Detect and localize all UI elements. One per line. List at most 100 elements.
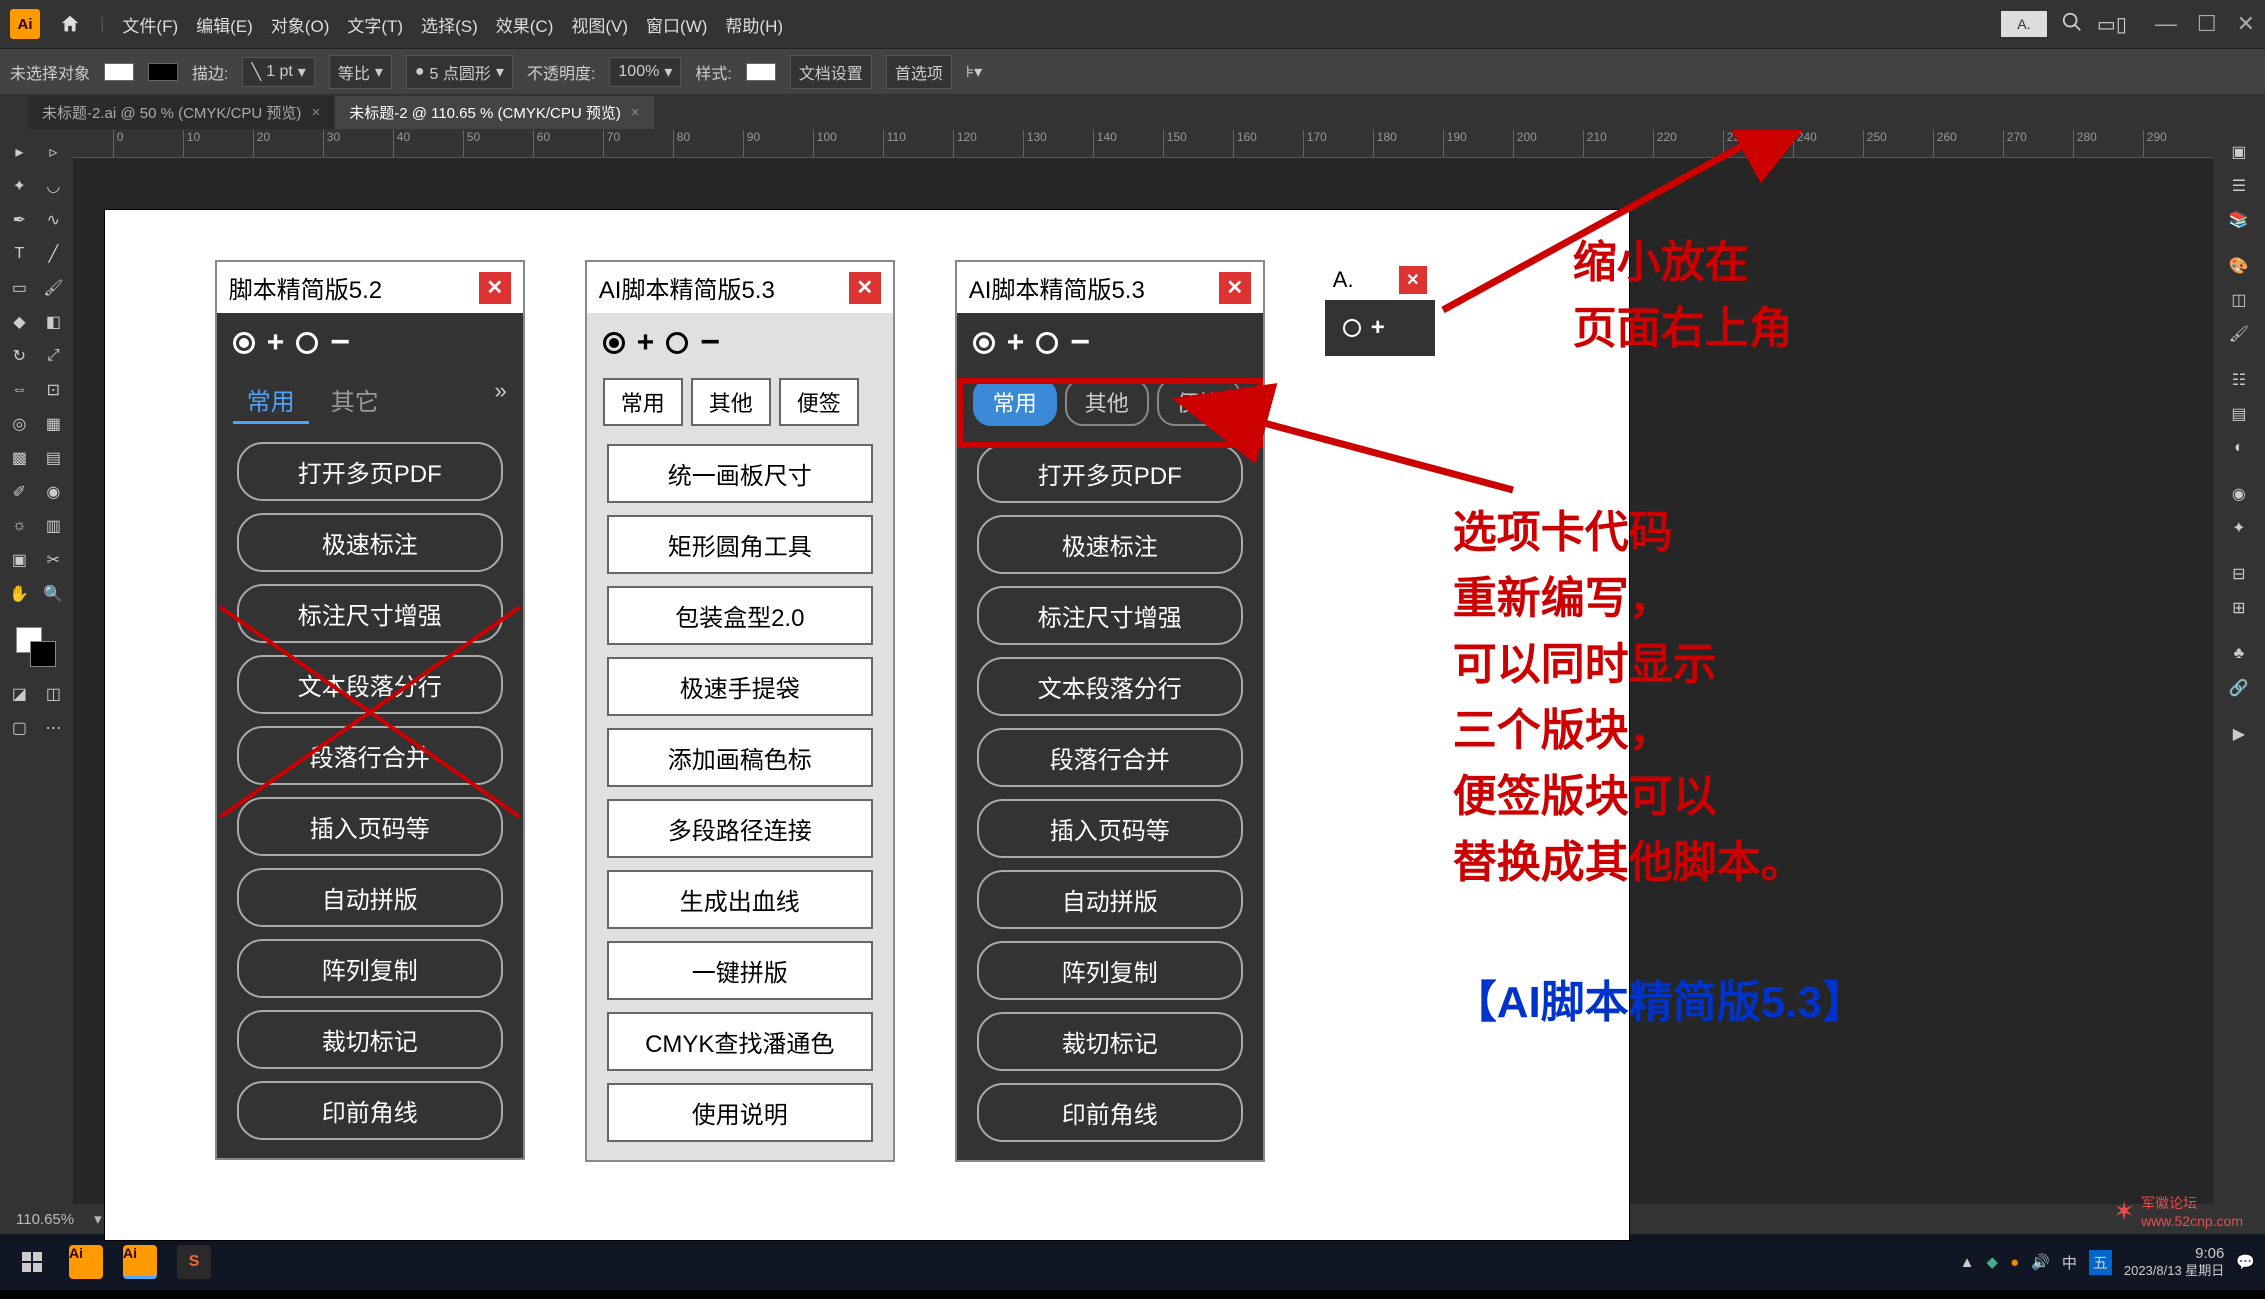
transparency-panel-icon[interactable]: ◐ xyxy=(2224,433,2254,463)
taskbar-ai-2[interactable]: Ai xyxy=(118,1240,162,1284)
menu-type[interactable]: 文字(T) xyxy=(347,12,403,37)
brush-tool[interactable]: 🖌 xyxy=(38,273,68,303)
fill-stroke-swap[interactable] xyxy=(16,627,56,667)
taskbar-app-3[interactable]: S xyxy=(172,1240,216,1284)
tray-volume-icon[interactable]: 🔊 xyxy=(2031,1253,2050,1271)
brushes-panel-icon[interactable]: 🖌 xyxy=(2224,319,2254,349)
minimize-icon[interactable]: — xyxy=(2155,11,2177,37)
tray-icon[interactable]: ● xyxy=(2010,1254,2019,1271)
line-tool[interactable]: ╱ xyxy=(38,239,68,269)
close-icon[interactable]: ✕ xyxy=(2237,11,2255,37)
graphic-styles-panel-icon[interactable]: ✦ xyxy=(2224,513,2254,543)
clock-time[interactable]: 9:06 xyxy=(2124,1245,2224,1263)
align-panel-icon[interactable]: ⊟ xyxy=(2224,559,2254,589)
tray-icon[interactable]: ◆ xyxy=(1987,1253,1999,1271)
stroke-swatch[interactable] xyxy=(148,63,178,81)
curvature-tool[interactable]: ∿ xyxy=(38,205,68,235)
notifications-icon[interactable]: 💬 xyxy=(2236,1253,2255,1271)
close-icon[interactable]: × xyxy=(631,104,640,121)
close-icon[interactable]: × xyxy=(311,104,320,121)
uniform-dropdown[interactable]: 等比▾ xyxy=(329,55,392,89)
no-selection-label: 未选择对象 xyxy=(10,60,90,84)
eraser-tool[interactable]: ◧ xyxy=(38,307,68,337)
screen-mode[interactable]: ▢ xyxy=(4,713,34,743)
shaper-tool[interactable]: ◆ xyxy=(4,307,34,337)
perspective-tool[interactable]: ▦ xyxy=(38,409,68,439)
brush-dropdown[interactable]: ●5 点圆形▾ xyxy=(406,55,513,89)
menu-object[interactable]: 对象(O) xyxy=(271,12,330,37)
arrange-icon[interactable]: ▭▯ xyxy=(2097,12,2127,37)
shape-builder-tool[interactable]: ◎ xyxy=(4,409,34,439)
annotation-text-top: 缩小放在 页面右上角 xyxy=(1573,230,1793,362)
hand-tool[interactable]: ✋ xyxy=(4,579,34,609)
stroke-panel-icon[interactable]: ☷ xyxy=(2224,365,2254,395)
libraries-panel-icon[interactable]: 📚 xyxy=(2224,205,2254,235)
symbol-sprayer-tool[interactable]: ☼ xyxy=(4,511,34,541)
menu-edit[interactable]: 编辑(E) xyxy=(196,12,253,37)
menu-window[interactable]: 窗口(W) xyxy=(646,12,707,37)
stroke-weight-input[interactable]: ╲1 pt▾ xyxy=(242,57,314,87)
direct-selection-tool[interactable]: ▹ xyxy=(38,137,68,167)
pathfinder-panel-icon[interactable]: ⊞ xyxy=(2224,593,2254,623)
style-label: 样式: xyxy=(695,60,731,84)
zoom-level[interactable]: 110.65% xyxy=(16,1211,74,1228)
style-swatch[interactable] xyxy=(746,63,776,81)
menu-effect[interactable]: 效果(C) xyxy=(496,12,554,37)
doc-tab-2[interactable]: 未标题-2 @ 110.65 % (CMYK/CPU 预览)× xyxy=(335,96,653,129)
lasso-tool[interactable]: ◡ xyxy=(38,171,68,201)
scale-tool[interactable]: ⤢ xyxy=(38,341,68,371)
gradient-tool[interactable]: ▤ xyxy=(38,443,68,473)
start-button[interactable] xyxy=(10,1240,54,1284)
menu-help[interactable]: 帮助(H) xyxy=(725,12,783,37)
control-bar: 未选择对象 描边: ╲1 pt▾ 等比▾ ●5 点圆形▾ 不透明度: 100%▾… xyxy=(0,48,2265,94)
artboard-tool[interactable]: ▣ xyxy=(4,545,34,575)
watermark: ✶ 军徽论坛 www.52cnp.com xyxy=(2113,1193,2243,1229)
tray-icon[interactable]: ▲ xyxy=(1960,1254,1975,1271)
rotate-tool[interactable]: ↻ xyxy=(4,341,34,371)
appearance-panel-icon[interactable]: ◉ xyxy=(2224,479,2254,509)
type-tool[interactable]: T xyxy=(4,239,34,269)
magic-wand-tool[interactable]: ✦ xyxy=(4,171,34,201)
free-transform-tool[interactable]: ⊡ xyxy=(38,375,68,405)
search-icon[interactable] xyxy=(2061,11,2083,38)
home-icon[interactable] xyxy=(58,12,82,36)
tray-ime-icon[interactable]: 五 xyxy=(2089,1250,2112,1275)
tray-ime-icon[interactable]: 中 xyxy=(2062,1252,2077,1273)
prefs-button[interactable]: 首选项 xyxy=(886,55,952,89)
color-mode[interactable]: ◪ xyxy=(4,679,34,709)
app-logo: Ai xyxy=(10,9,40,39)
doc-tab-1[interactable]: 未标题-2.ai @ 50 % (CMYK/CPU 预览)× xyxy=(28,96,334,129)
color-panel-icon[interactable]: 🎨 xyxy=(2224,251,2254,281)
edit-toolbar[interactable]: ⋯ xyxy=(38,713,68,743)
graph-tool[interactable]: ▥ xyxy=(38,511,68,541)
canvas-area[interactable]: 0102030405060708090100110120130140150160… xyxy=(73,130,2213,1204)
menu-select[interactable]: 选择(S) xyxy=(421,12,478,37)
actions-panel-icon[interactable]: ▶ xyxy=(2224,719,2254,749)
align-icon[interactable]: ⊧▾ xyxy=(966,62,982,82)
links-panel-icon[interactable]: 🔗 xyxy=(2224,673,2254,703)
mini-panel-A[interactable]: A. xyxy=(2001,11,2047,37)
menu-view[interactable]: 视图(V) xyxy=(571,12,628,37)
tools-panel: ▸▹ ✦◡ ✒∿ T╱ ▭🖌 ◆◧ ↻⤢ ⇔⊡ ◎▦ ▩▤ ✐◉ ☼▥ ▣✂ ✋… xyxy=(0,130,73,1204)
doc-setup-button[interactable]: 文档设置 xyxy=(790,55,872,89)
properties-panel-icon[interactable]: ▣ xyxy=(2224,137,2254,167)
eyedropper-tool[interactable]: ✐ xyxy=(4,477,34,507)
rectangle-tool[interactable]: ▭ xyxy=(4,273,34,303)
width-tool[interactable]: ⇔ xyxy=(4,375,34,405)
symbols-panel-icon[interactable]: ♣ xyxy=(2224,639,2254,669)
maximize-icon[interactable]: ☐ xyxy=(2197,11,2217,37)
fill-swatch[interactable] xyxy=(104,63,134,81)
opacity-input[interactable]: 100%▾ xyxy=(609,57,681,87)
mesh-tool[interactable]: ▩ xyxy=(4,443,34,473)
taskbar-ai-1[interactable]: Ai xyxy=(64,1240,108,1284)
blend-tool[interactable]: ◉ xyxy=(38,477,68,507)
pen-tool[interactable]: ✒ xyxy=(4,205,34,235)
swatches-panel-icon[interactable]: ◫ xyxy=(2224,285,2254,315)
selection-tool[interactable]: ▸ xyxy=(4,137,34,167)
slice-tool[interactable]: ✂ xyxy=(38,545,68,575)
menu-file[interactable]: 文件(F) xyxy=(122,12,178,37)
draw-mode[interactable]: ◫ xyxy=(38,679,68,709)
zoom-tool[interactable]: 🔍 xyxy=(38,579,68,609)
gradient-panel-icon[interactable]: ▤ xyxy=(2224,399,2254,429)
layers-panel-icon[interactable]: ☰ xyxy=(2224,171,2254,201)
